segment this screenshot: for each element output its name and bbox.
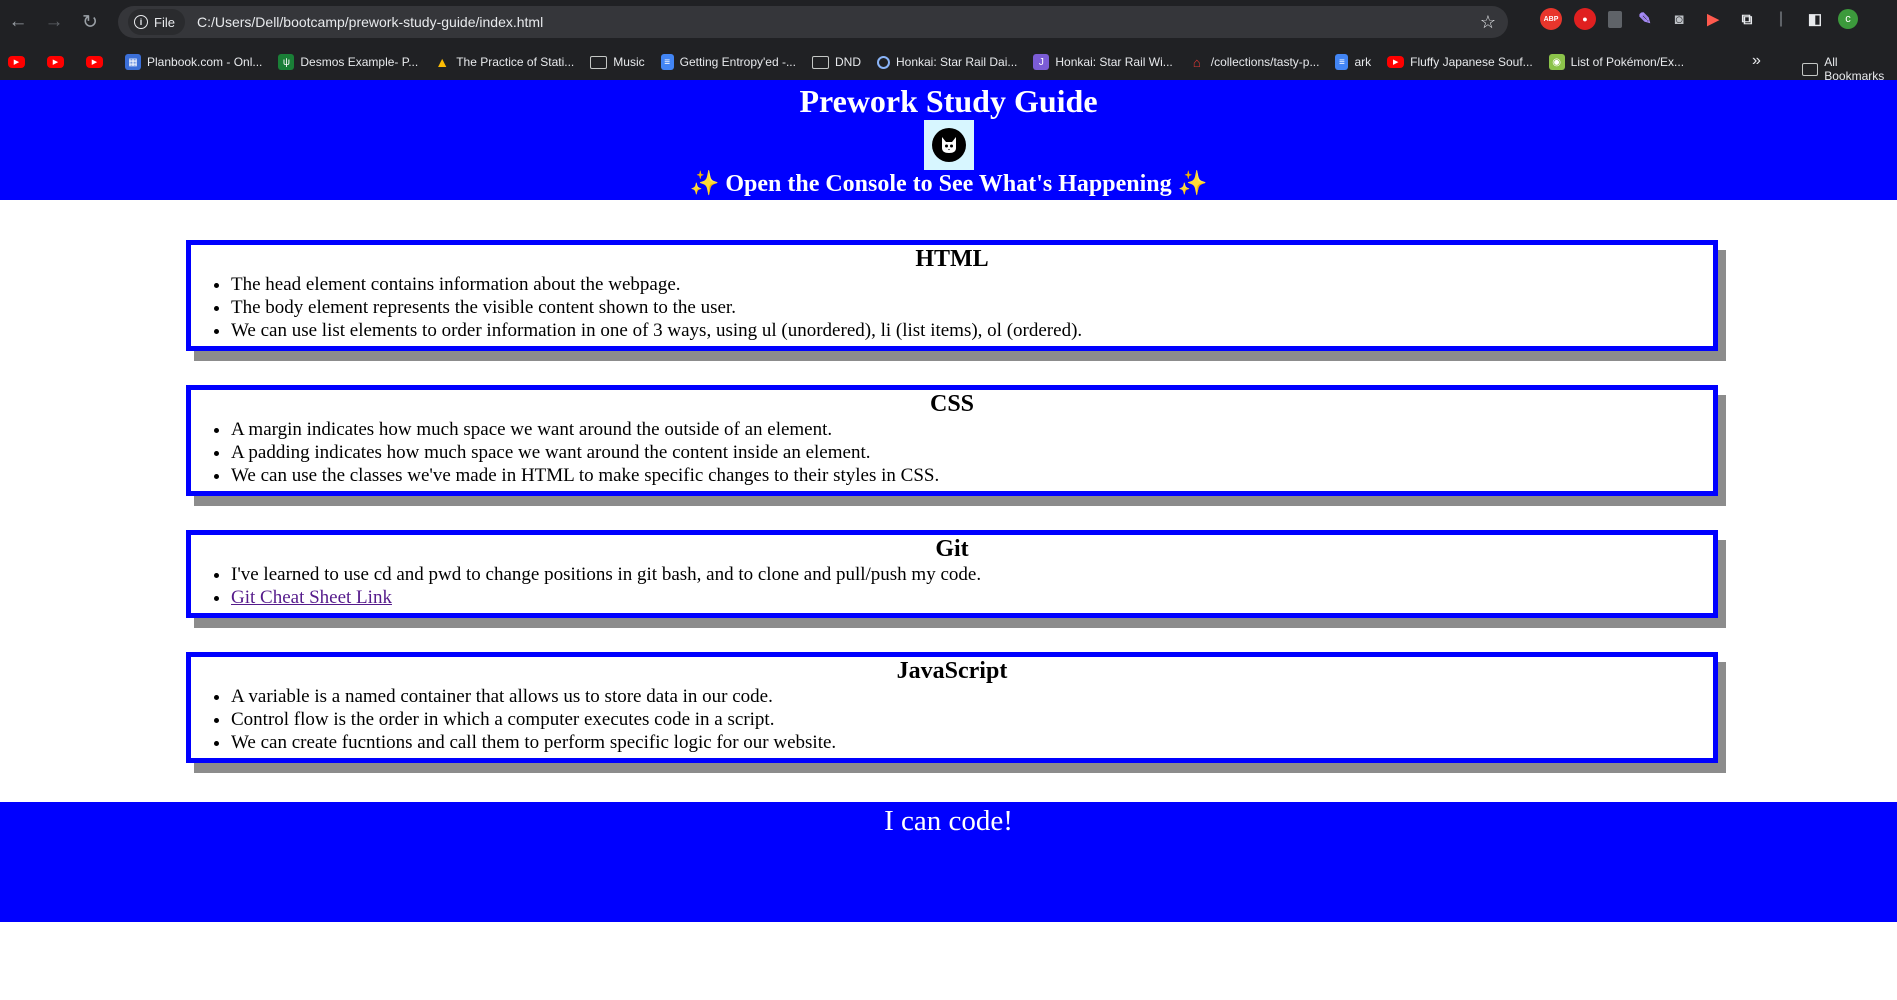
record-extension-icon[interactable]: ●: [1574, 8, 1596, 30]
back-button[interactable]: ←: [0, 4, 36, 40]
address-bar[interactable]: i File C:/Users/Dell/bootcamp/prework-st…: [118, 6, 1508, 38]
folder-icon: [811, 55, 829, 69]
cat-logo-icon: [931, 128, 966, 162]
section-list: The head element contains information ab…: [191, 273, 1713, 342]
logo: [923, 120, 974, 170]
folder-icon: [1802, 62, 1819, 76]
youtube-icon: ▶: [86, 56, 103, 68]
side-panel-icon[interactable]: ◧: [1804, 8, 1826, 30]
section-title: HTML: [915, 246, 989, 272]
list-item: The head element contains information ab…: [231, 273, 1713, 296]
planbook-icon: ▦: [125, 54, 141, 70]
divider: |: [1778, 10, 1784, 27]
bookmark-folder[interactable]: Music: [590, 55, 645, 69]
adblock-icon[interactable]: ABP: [1540, 8, 1562, 30]
section-css: CSS A margin indicates how much space we…: [186, 385, 1718, 496]
youtube-icon: ▶: [1387, 56, 1405, 68]
list-item: A padding indicates how much space we wa…: [231, 441, 1713, 464]
youtube-icon: ▶: [8, 56, 25, 68]
list-item: Control flow is the order in which a com…: [231, 708, 1713, 731]
bookmark-item[interactable]: ▶: [8, 56, 31, 68]
section-title: JavaScript: [896, 658, 1008, 684]
page-footer: I can code!: [0, 802, 1897, 922]
pen-extension-icon[interactable]: ✎: [1634, 8, 1656, 30]
site-chip-label: File: [154, 14, 175, 30]
section-git: Git I've learned to use cd and pwd to ch…: [186, 530, 1718, 618]
list-item: Git Cheat Sheet Link: [231, 586, 1713, 609]
section-list: A variable is a named container that all…: [191, 685, 1713, 754]
bookmark-item[interactable]: ψ Desmos Example- P...: [278, 54, 418, 70]
arrow-right-icon: →: [44, 11, 64, 32]
info-icon: i: [134, 15, 148, 29]
bookmark-star-icon[interactable]: ☆: [1480, 12, 1496, 33]
list-item: We can use the classes we've made in HTM…: [231, 464, 1713, 487]
list-item: We can use list elements to order inform…: [231, 319, 1713, 342]
desmos-icon: ψ: [278, 54, 295, 70]
doc-icon: ≡: [660, 54, 674, 70]
youtube-icon: ▶: [47, 56, 64, 68]
folder-icon: [590, 55, 608, 69]
subtitle-text: Open the Console to See What's Happening: [725, 171, 1172, 197]
drive-icon: ▲: [435, 54, 450, 70]
site-info-chip[interactable]: i File: [128, 9, 185, 35]
sparkle-icon: ✨: [689, 171, 720, 197]
camera-extension-icon[interactable]: ◙: [1668, 8, 1690, 30]
puzzle-icon[interactable]: ⧉: [1736, 8, 1758, 30]
bookmark-item[interactable]: ▶ Fluffy Japanese Souf...: [1387, 55, 1533, 69]
bookmark-item[interactable]: Honkai: Star Rail Dai...: [876, 55, 1017, 69]
doc-icon: ≡: [1335, 54, 1349, 70]
cat-face-icon: [941, 137, 956, 153]
list-item: I've learned to use cd and pwd to change…: [231, 563, 1713, 586]
bookmark-item[interactable]: ▦ Planbook.com - Onl...: [125, 54, 262, 70]
circle-icon: [876, 55, 890, 69]
bookmark-item[interactable]: ⌂/collections/tasty-p...: [1189, 54, 1320, 70]
arrow-left-icon: ←: [8, 11, 28, 32]
bookmark-item[interactable]: ◉ List of Pokémon/Ex...: [1548, 54, 1684, 70]
forward-button[interactable]: →: [36, 4, 72, 40]
video-extension-icon[interactable]: ▶: [1702, 8, 1724, 30]
section-title: CSS: [929, 391, 975, 417]
browser-chrome: ← → ↻ i File C:/Users/Dell/bootcamp/prew…: [0, 0, 1897, 83]
bookmark-item[interactable]: J Honkai: Star Rail Wi...: [1033, 54, 1173, 70]
section-list: I've learned to use cd and pwd to change…: [191, 563, 1713, 609]
pokemon-icon: ◉: [1548, 54, 1565, 70]
hat-icon: ⌂: [1192, 54, 1201, 70]
page-title: Prework Study Guide: [799, 83, 1098, 119]
bookmark-item[interactable]: ▶: [47, 56, 70, 68]
study-sections: HTML The head element contains informati…: [0, 200, 1897, 763]
wiki-icon: J: [1033, 54, 1050, 70]
more-bookmarks-chevron-icon[interactable]: »: [1752, 52, 1761, 70]
bookmark-item[interactable]: ▶: [86, 56, 109, 68]
reload-icon: ↻: [82, 11, 98, 33]
url-text[interactable]: C:/Users/Dell/bootcamp/prework-study-gui…: [197, 14, 543, 30]
page-subtitle: ✨ Open the Console to See What's Happeni…: [0, 170, 1897, 198]
document-extension-icon[interactable]: [1608, 10, 1622, 28]
bookmark-item[interactable]: ▲ The Practice of Stati...: [434, 54, 574, 70]
all-bookmarks-button[interactable]: All Bookmarks: [1802, 55, 1897, 83]
reload-button[interactable]: ↻: [72, 4, 108, 40]
list-item: The body element represents the visible …: [231, 296, 1713, 319]
footer-text: I can code!: [884, 805, 1013, 837]
list-item: A variable is a named container that all…: [231, 685, 1713, 708]
sparkle-icon: ✨: [1177, 171, 1208, 197]
profile-avatar[interactable]: c: [1838, 9, 1858, 29]
section-javascript: JavaScript A variable is a named contain…: [186, 652, 1718, 763]
extensions-area: ABP ● ✎ ◙ ▶ ⧉ | ◧ c: [1540, 8, 1858, 30]
git-cheat-sheet-link[interactable]: Git Cheat Sheet Link: [231, 587, 392, 608]
page-header: Prework Study Guide ✨ Open the Console t…: [0, 80, 1897, 200]
bookmark-item[interactable]: ≡ ark: [1335, 54, 1371, 70]
page-content: Prework Study Guide ✨ Open the Console t…: [0, 80, 1897, 1000]
list-item: A margin indicates how much space we wan…: [231, 418, 1713, 441]
section-title: Git: [935, 536, 969, 562]
section-list: A margin indicates how much space we wan…: [191, 418, 1713, 487]
bookmarks-bar: ▶ ▶ ▶ ▦ Planbook.com - Onl... ψ Desmos Exa…: [0, 44, 1897, 83]
bookmark-item[interactable]: ≡ Getting Entropy'ed -...: [660, 54, 796, 70]
section-html: HTML The head element contains informati…: [186, 240, 1718, 351]
browser-toolbar: ← → ↻ i File C:/Users/Dell/bootcamp/prew…: [0, 0, 1897, 44]
bookmark-folder[interactable]: DND: [811, 55, 861, 69]
list-item: We can create fucntions and call them to…: [231, 731, 1713, 754]
